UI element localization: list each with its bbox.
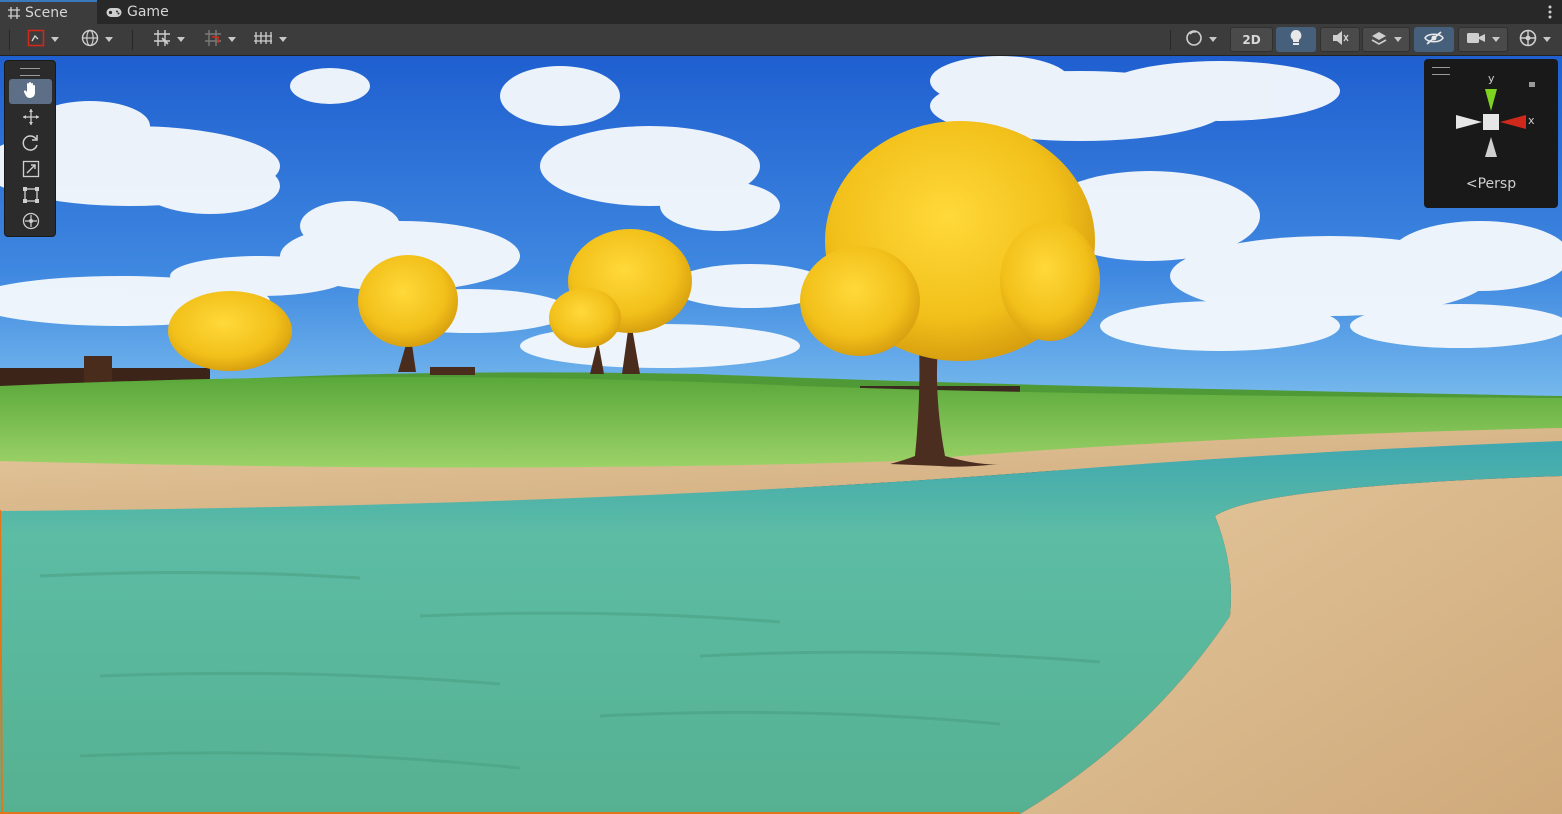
window-tab-bar: Scene Game	[0, 0, 1562, 24]
gamepad-icon	[106, 7, 122, 18]
lighting-toggle-button[interactable]	[1276, 27, 1316, 52]
scale-tool-button[interactable]	[9, 158, 52, 183]
tab-scene-label: Scene	[25, 5, 68, 21]
draw-mode-dropdown[interactable]	[18, 27, 68, 52]
rotate-tool-button[interactable]	[9, 132, 52, 157]
scene-viewport[interactable]	[0, 56, 1562, 814]
shading-sphere-icon	[1185, 29, 1203, 51]
scene-toolbar: 2D	[0, 24, 1562, 56]
hand-icon	[22, 81, 40, 103]
orientation-gizmo[interactable]: y x <Persp	[1424, 59, 1558, 208]
rect-transform-icon	[22, 186, 40, 208]
hand-tool-button[interactable]	[9, 79, 52, 104]
lock-icon	[1529, 82, 1535, 87]
move-tool-button[interactable]	[9, 106, 52, 131]
projection-label: Persp	[1477, 176, 1517, 192]
grid-snap-icon	[153, 29, 171, 51]
projection-toggle[interactable]: <Persp	[1424, 176, 1558, 192]
x-axis-label: x	[1528, 114, 1535, 127]
hidden-eye-icon	[1424, 30, 1444, 49]
tools-overlay	[4, 60, 56, 237]
grid-snap-dropdown[interactable]	[145, 27, 193, 52]
light-bulb-icon	[1289, 29, 1303, 51]
draw-mode-icon	[27, 29, 45, 51]
increment-snap-dropdown[interactable]	[198, 27, 242, 52]
tab-scene[interactable]: Scene	[0, 0, 97, 24]
grid-icon	[8, 7, 20, 19]
axis-gizmo-graphic[interactable]: y x	[1424, 59, 1558, 169]
increment-snap-icon	[204, 29, 222, 51]
gizmos-dropdown[interactable]	[1512, 27, 1558, 52]
tab-game-label: Game	[127, 4, 169, 20]
camera-settings-dropdown[interactable]	[1458, 27, 1508, 52]
grid-visibility-icon	[253, 31, 273, 49]
overlay-grip-handle[interactable]	[20, 68, 40, 76]
scene-visibility-button[interactable]	[1414, 27, 1454, 52]
audio-toggle-button[interactable]	[1320, 27, 1360, 52]
2d-toggle-label: 2D	[1242, 32, 1261, 47]
toolbar-separator	[1170, 30, 1171, 50]
global-local-dropdown[interactable]	[74, 27, 120, 52]
effects-dropdown[interactable]	[1362, 27, 1410, 52]
globe-icon	[81, 29, 99, 51]
scene-render[interactable]	[0, 56, 1562, 814]
more-options-icon[interactable]	[1548, 3, 1552, 21]
effects-layers-icon	[1370, 30, 1388, 50]
tree-far-left	[168, 291, 292, 371]
toolbar-separator	[132, 30, 133, 50]
move-arrows-icon	[22, 108, 40, 130]
transform-tool-button[interactable]	[9, 210, 52, 235]
perspective-icon: <	[1465, 176, 1478, 192]
speaker-muted-icon	[1331, 30, 1349, 50]
tab-game[interactable]: Game	[98, 0, 188, 24]
gizmo-globe-icon	[1519, 29, 1537, 51]
grid-visibility-dropdown[interactable]	[247, 27, 293, 52]
toolbar-separator	[9, 30, 10, 50]
2d-toggle-button[interactable]: 2D	[1230, 27, 1273, 52]
camera-icon	[1466, 31, 1486, 49]
shading-mode-dropdown[interactable]	[1178, 27, 1224, 52]
transform-icon	[22, 212, 40, 234]
rotate-icon	[22, 134, 40, 156]
rect-tool-button[interactable]	[9, 184, 52, 209]
scale-icon	[22, 160, 40, 182]
y-axis-label: y	[1488, 72, 1495, 85]
